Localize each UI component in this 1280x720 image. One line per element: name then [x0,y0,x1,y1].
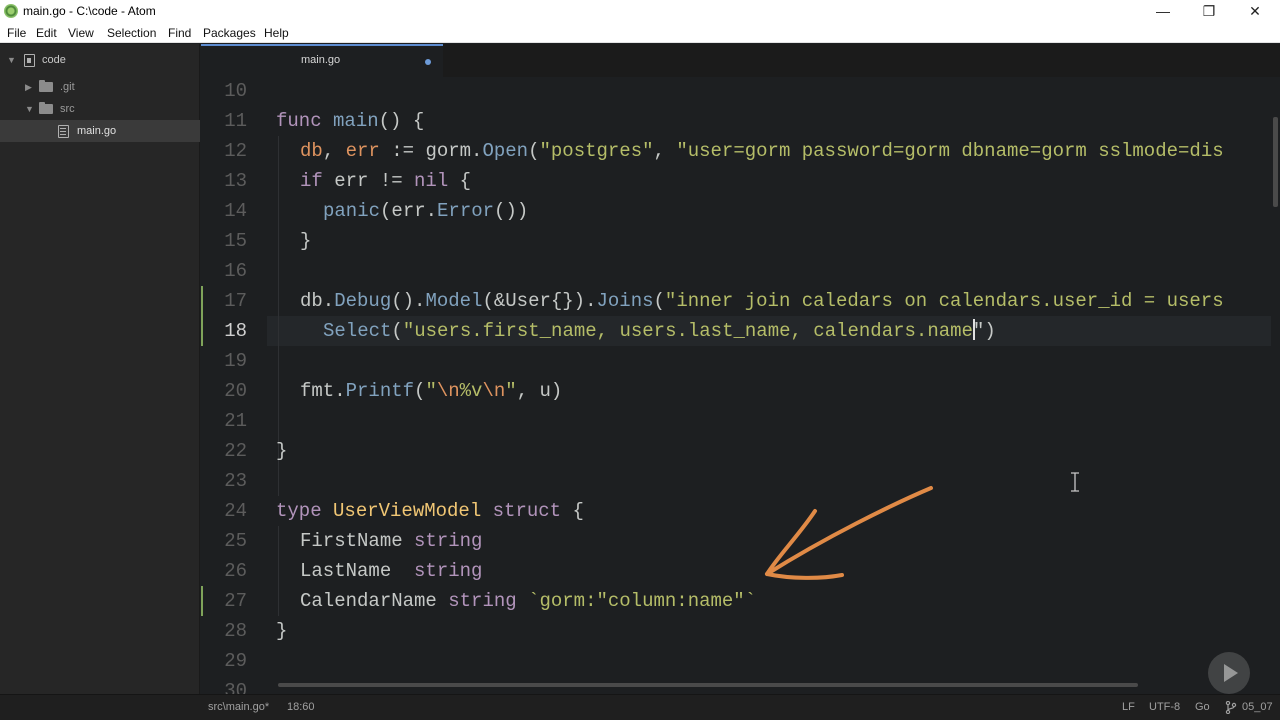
tree-item-src[interactable]: ▼ src [0,98,200,120]
file-text-icon [58,125,69,138]
ibeam-cursor-icon [1071,472,1079,492]
status-line-ending[interactable]: LF [1122,700,1135,714]
close-button[interactable]: ✕ [1232,0,1278,23]
tree-view: ▼ code ▶ .git ▼ src main.go [0,44,200,694]
tree-item-main-go[interactable]: main.go [0,120,200,142]
git-branch-icon [1225,701,1237,714]
tree-item-label: .git [60,81,75,93]
status-bar: src\main.go* 18:60 LF UTF-8 Go 05_07 [0,694,1280,720]
status-branch[interactable]: 05_07 [1242,700,1273,714]
status-encoding[interactable]: UTF-8 [1149,700,1180,714]
status-cursor-position[interactable]: 18:60 [287,700,315,714]
tab-title: main.go [301,54,341,66]
atom-logo-icon [4,4,18,18]
menu-edit[interactable]: Edit [36,26,57,40]
menu-help[interactable]: Help [264,26,289,40]
tree-item-label: main.go [77,125,117,137]
menu-file[interactable]: File [7,26,26,40]
chevron-down-icon[interactable]: ▼ [25,98,34,120]
folder-open-icon [39,102,53,114]
menu-selection[interactable]: Selection [107,26,156,40]
tab-bar: main.go [201,44,1280,77]
minimize-button[interactable]: — [1140,0,1186,23]
tree-root-label: code [42,54,66,66]
menu-find[interactable]: Find [168,26,191,40]
status-file-path[interactable]: src\main.go* [208,700,269,714]
tab-main-go[interactable]: main.go [201,44,443,77]
tree-item-label: src [60,103,75,115]
status-grammar[interactable]: Go [1195,700,1210,714]
title-bar: main.go - C:\code - Atom — ❐ ✕ [0,0,1280,23]
menu-packages[interactable]: Packages [203,26,256,40]
menu-view[interactable]: View [68,26,94,40]
tree-item-git[interactable]: ▶ .git [0,76,200,98]
chevron-right-icon[interactable]: ▶ [25,76,32,98]
code-editor[interactable]: 10 11 12 13 14 15 16 17 18 19 20 21 22 2… [201,77,1280,694]
play-watermark-icon [1208,652,1250,694]
menu-bar: File Edit View Selection Find Packages H… [0,23,1280,43]
modified-indicator-icon[interactable] [425,59,431,65]
chevron-down-icon[interactable]: ▼ [7,49,16,71]
tree-root-code[interactable]: ▼ code [0,49,200,71]
repo-icon [24,54,35,67]
window-title: main.go - C:\code - Atom [23,4,156,18]
maximize-button[interactable]: ❐ [1186,0,1232,23]
folder-icon [39,80,53,92]
annotation-arrow-icon [765,486,933,580]
